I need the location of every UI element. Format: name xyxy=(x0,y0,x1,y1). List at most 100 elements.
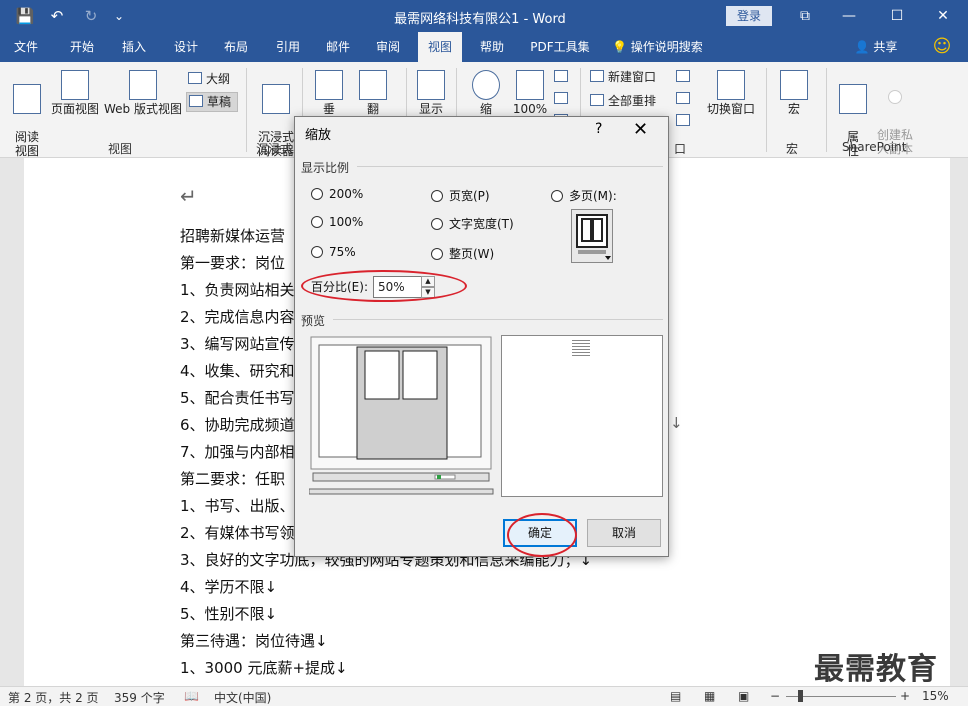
customize-qa-icon[interactable]: ⌄ xyxy=(108,6,130,26)
doc-line: 第一要求：岗位 xyxy=(180,254,286,272)
globe-page-icon xyxy=(129,70,157,100)
preview-monitor-icon xyxy=(309,336,494,495)
multiple-pages-button[interactable] xyxy=(554,90,574,108)
tab-layout[interactable]: 布局 xyxy=(214,32,258,62)
share-button[interactable]: 👤 共享 xyxy=(848,32,904,62)
undo-icon[interactable]: ↶ xyxy=(46,6,68,26)
save-icon[interactable]: 💾 xyxy=(14,6,36,26)
web-layout-button[interactable]: Web 版式视图 xyxy=(104,70,182,116)
zoom-dialog: 缩放 ? ✕ 显示比例 200% 100% 75% 页宽(P) 文字宽度(T) … xyxy=(294,116,669,557)
private-copy-icon xyxy=(888,90,902,104)
watermark-logo: 最需教育 xyxy=(814,652,938,687)
side-to-side-button[interactable]: 翻 xyxy=(358,70,388,116)
macros-button[interactable]: 宏 xyxy=(776,70,812,116)
draft-icon xyxy=(189,95,203,107)
close-button[interactable]: ✕ xyxy=(928,4,958,28)
zoom-level[interactable]: 15% xyxy=(922,689,949,703)
read-mode-icon[interactable]: ▤ xyxy=(670,689,681,703)
draft-button[interactable]: 草稿 xyxy=(186,92,238,112)
one-page-icon xyxy=(554,70,568,82)
cancel-button[interactable]: 取消 xyxy=(587,519,661,547)
flip-pages-icon xyxy=(359,70,387,100)
show-button[interactable]: 显示 xyxy=(414,70,448,116)
immersive-reader-icon xyxy=(262,84,290,114)
ribbon-display-icon[interactable]: ⧉ xyxy=(790,4,820,28)
book-icon xyxy=(13,84,41,114)
zoom-slider-thumb[interactable] xyxy=(798,690,803,702)
login-button[interactable]: 登录 xyxy=(726,6,772,26)
radio-text-width[interactable]: 文字宽度(T) xyxy=(431,215,514,232)
radio-circle-icon xyxy=(551,190,563,202)
group-label-window: 口 xyxy=(674,142,687,156)
arrange-all-button[interactable]: 全部重排 xyxy=(590,92,672,110)
tab-view[interactable]: 视图 xyxy=(418,32,462,62)
tab-mailings[interactable]: 邮件 xyxy=(316,32,360,62)
status-bar: 第 2 页，共 2 页 359 个字 📖 中文(中国) ▤ ▦ ▣ − + 15… xyxy=(0,686,968,706)
arrange-all-icon xyxy=(590,94,604,106)
print-layout-button[interactable]: 页面视图 xyxy=(50,70,100,116)
magnifier-icon xyxy=(472,70,500,100)
radio-circle-icon xyxy=(311,216,323,228)
outline-button[interactable]: 大纲 xyxy=(188,70,238,88)
outline-icon xyxy=(188,72,202,84)
redo-icon[interactable]: ↻ xyxy=(80,6,102,26)
tab-file[interactable]: 文件 xyxy=(4,32,48,62)
tab-insert[interactable]: 插入 xyxy=(112,32,156,62)
highlight-ellipse xyxy=(301,270,467,302)
person-icon: 👤 xyxy=(854,40,870,54)
radio-100[interactable]: 100% xyxy=(311,215,363,229)
language[interactable]: 中文(中国) xyxy=(214,689,271,706)
restore-button[interactable]: ☐ xyxy=(882,4,912,28)
tab-help[interactable]: 帮助 xyxy=(470,32,514,62)
tab-home[interactable]: 开始 xyxy=(60,32,104,62)
tell-me-search[interactable]: 💡 操作说明搜索 xyxy=(612,32,738,62)
page-count[interactable]: 第 2 页，共 2 页 xyxy=(8,689,99,706)
preview-page xyxy=(501,335,663,497)
minimize-button[interactable]: — xyxy=(834,4,864,28)
window-title: 最需网络科技有限公1 - Word xyxy=(394,12,566,27)
tab-pdf-tools[interactable]: PDF工具集 xyxy=(524,32,596,62)
zoom-out-button[interactable]: − xyxy=(770,689,780,703)
split-button[interactable] xyxy=(676,68,696,86)
radio-200[interactable]: 200% xyxy=(311,187,363,201)
doc-line: 1、负责网站相关 xyxy=(180,281,295,299)
word-count[interactable]: 359 个字 xyxy=(114,689,165,706)
sync-scroll-button[interactable] xyxy=(676,112,696,130)
print-layout-icon[interactable]: ▦ xyxy=(704,689,715,703)
zoom-100-button[interactable]: 100% xyxy=(510,70,550,116)
preview-section-label: 预览 xyxy=(301,314,326,328)
zoom-in-button[interactable]: + xyxy=(900,689,910,703)
smile-icon[interactable]: ☺ xyxy=(928,32,956,62)
read-mode-button[interactable]: 阅读 视图 xyxy=(8,70,46,158)
switch-window-button[interactable]: 切换窗口 xyxy=(704,70,758,116)
radio-75[interactable]: 75% xyxy=(311,245,356,259)
doc-line: 2、完成信息内容 xyxy=(180,308,295,326)
close-icon[interactable]: ✕ xyxy=(633,119,648,140)
help-icon[interactable]: ? xyxy=(595,121,602,137)
group-label-views: 视图 xyxy=(108,142,133,156)
doc-line: 5、配合责任书写 xyxy=(180,389,295,407)
radio-many-pages[interactable]: 多页(M): xyxy=(551,187,617,204)
radio-whole-page[interactable]: 整页(W) xyxy=(431,245,494,262)
vertical-button[interactable]: 垂 xyxy=(314,70,344,116)
radio-page-width[interactable]: 页宽(P) xyxy=(431,187,490,204)
one-page-button[interactable] xyxy=(554,68,574,86)
view-side-button[interactable] xyxy=(676,90,696,108)
split-icon xyxy=(676,70,690,82)
zoom-section-label: 显示比例 xyxy=(301,161,350,175)
radio-circle-icon xyxy=(431,218,443,230)
multiple-pages-icon xyxy=(554,92,568,104)
new-window-button[interactable]: 新建窗口 xyxy=(590,68,672,86)
proofing-icon[interactable]: 📖 xyxy=(184,689,199,703)
switch-window-icon xyxy=(717,70,745,100)
radio-circle-icon xyxy=(311,188,323,200)
tab-references[interactable]: 引用 xyxy=(266,32,310,62)
doc-line: 2、有媒体书写领 xyxy=(180,524,295,542)
web-layout-icon[interactable]: ▣ xyxy=(738,689,749,703)
doc-line: 1、3000 元底薪+提成↓ xyxy=(180,659,348,677)
zoom-button[interactable]: 缩 xyxy=(468,70,504,116)
tab-design[interactable]: 设计 xyxy=(164,32,208,62)
many-pages-picker[interactable] xyxy=(571,209,613,263)
radio-circle-icon xyxy=(431,190,443,202)
tab-review[interactable]: 审阅 xyxy=(366,32,410,62)
